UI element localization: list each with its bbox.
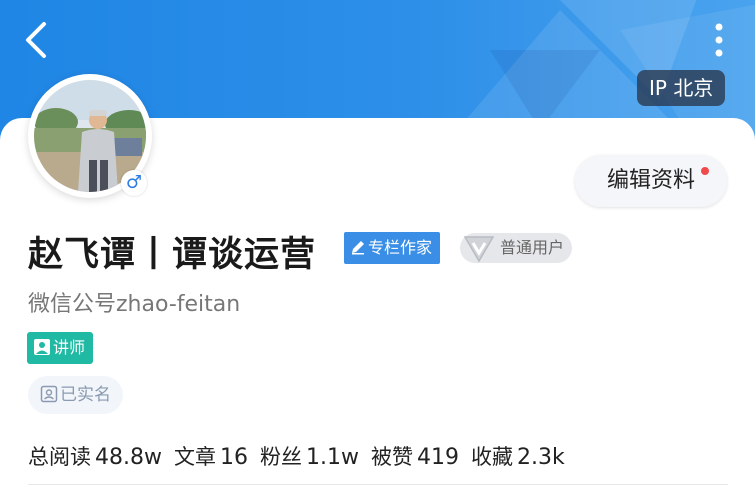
- stat-value: 2.3k: [516, 445, 565, 470]
- lecturer-icon: [34, 339, 50, 355]
- stat-value: 1.1w: [305, 445, 359, 470]
- stat-followers[interactable]: 粉丝 1.1w: [259, 445, 371, 470]
- more-button[interactable]: [705, 20, 733, 60]
- edit-profile-label: 编辑资料: [606, 168, 695, 193]
- divider: [28, 484, 728, 485]
- v-shield-icon: [463, 236, 495, 263]
- gender-male-icon: ♂: [121, 170, 147, 196]
- stat-value: 16: [219, 445, 248, 470]
- stat-likes[interactable]: 被赞 419: [370, 445, 471, 470]
- edit-profile-button[interactable]: 编辑资料: [575, 155, 727, 207]
- lecturer-badge[interactable]: 讲师: [27, 332, 94, 364]
- lecturer-label: 讲师: [53, 338, 86, 357]
- stat-label: 文章: [173, 445, 216, 469]
- columnist-badge-label: 专栏作家: [368, 238, 433, 257]
- id-card-icon: [40, 385, 58, 403]
- more-vertical-icon: [715, 23, 723, 57]
- verified-badge[interactable]: 已实名: [28, 376, 123, 414]
- stat-label: 粉丝: [259, 445, 302, 469]
- stat-label: 总阅读: [28, 445, 91, 469]
- stat-articles[interactable]: 文章 16: [173, 445, 260, 470]
- stat-value: 48.8w: [95, 445, 162, 470]
- stat-favorites[interactable]: 收藏 2.3k: [470, 445, 577, 470]
- bio-text: 微信公号zhao-feitan: [28, 292, 241, 317]
- back-button[interactable]: [18, 18, 58, 62]
- chevron-left-icon: [26, 22, 46, 58]
- stat-reads[interactable]: 总阅读 48.8w: [28, 445, 174, 470]
- profile-name: 赵飞谭丨谭谈运营: [28, 235, 317, 275]
- profile-stats: 总阅读 48.8w 文章 16 粉丝 1.1w 被赞 419 收藏 2.3k: [28, 441, 577, 471]
- stat-value: 419: [416, 445, 459, 470]
- columnist-badge[interactable]: 专栏作家: [344, 232, 441, 264]
- ip-location-badge: IP 北京: [637, 70, 726, 106]
- notification-dot: [701, 167, 709, 175]
- stat-label: 收藏: [470, 445, 513, 469]
- stat-label: 被赞: [370, 445, 413, 469]
- user-level-badge[interactable]: 普通用户: [460, 233, 573, 263]
- user-level-label: 普通用户: [500, 238, 565, 257]
- verified-label: 已实名: [60, 385, 111, 405]
- pencil-icon: [352, 241, 364, 255]
